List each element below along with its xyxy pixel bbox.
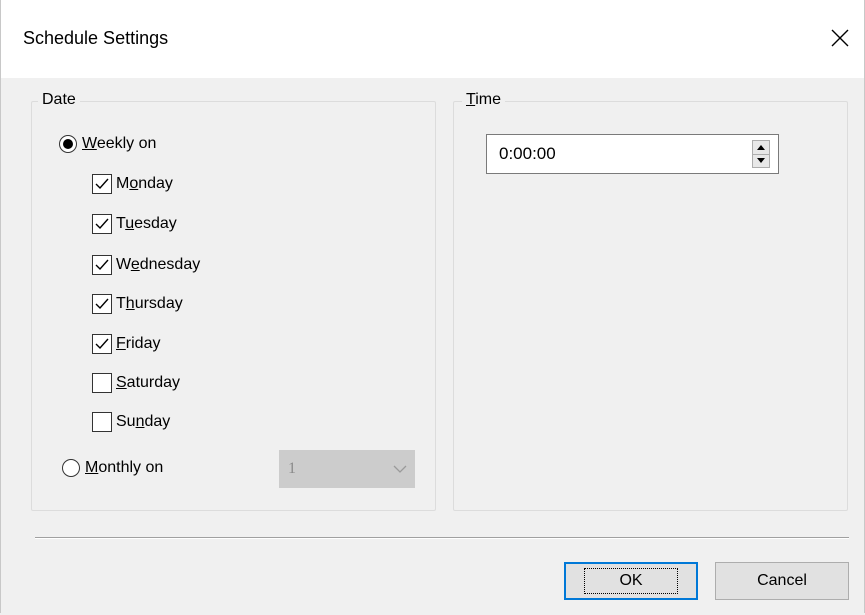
checkmark-icon bbox=[95, 338, 109, 350]
time-spinner bbox=[752, 140, 770, 168]
time-value: 0:00:00 bbox=[499, 144, 556, 163]
checkbox-box bbox=[92, 255, 112, 275]
spin-up-button[interactable] bbox=[753, 141, 769, 154]
title-bar: Schedule Settings bbox=[1, 0, 864, 78]
day-label: Sunday bbox=[116, 413, 171, 430]
checkmark-icon bbox=[95, 298, 109, 310]
monthly-day-select[interactable]: 1 bbox=[279, 450, 415, 488]
day-label: Friday bbox=[116, 335, 161, 352]
checkbox-box bbox=[92, 373, 112, 393]
ok-button[interactable]: OK bbox=[564, 562, 698, 600]
cancel-button-label: Cancel bbox=[757, 572, 807, 589]
dialog-title: Schedule Settings bbox=[23, 28, 169, 48]
schedule-settings-dialog: Schedule Settings Date Weekly on Monday … bbox=[0, 0, 865, 613]
weekly-on-label: Weekly on bbox=[82, 135, 157, 152]
close-button[interactable] bbox=[820, 18, 860, 58]
checkbox-box bbox=[92, 412, 112, 432]
ok-button-label: OK bbox=[584, 568, 678, 594]
day-label: Saturday bbox=[116, 374, 181, 391]
checkbox-box bbox=[92, 334, 112, 354]
day-checkbox-monday[interactable]: Monday bbox=[92, 174, 173, 194]
day-checkbox-tuesday[interactable]: Tuesday bbox=[92, 214, 177, 234]
day-checkbox-sunday[interactable]: Sunday bbox=[92, 412, 170, 432]
day-label: Thursday bbox=[116, 295, 183, 312]
day-checkbox-friday[interactable]: Friday bbox=[92, 334, 160, 354]
checkbox-box bbox=[92, 294, 112, 314]
weekly-on-radio[interactable]: Weekly on bbox=[59, 135, 156, 153]
arrow-up-icon bbox=[757, 144, 765, 150]
cancel-button[interactable]: Cancel bbox=[715, 562, 849, 600]
time-input[interactable]: 0:00:00 bbox=[486, 134, 779, 174]
footer-separator bbox=[35, 537, 849, 539]
weekly-radio-indicator bbox=[59, 135, 77, 153]
checkbox-box bbox=[92, 174, 112, 194]
day-label: Wednesday bbox=[116, 256, 201, 273]
monthly-day-value: 1 bbox=[288, 460, 296, 477]
close-icon bbox=[831, 29, 849, 47]
spin-down-button[interactable] bbox=[753, 153, 769, 167]
day-label: Tuesday bbox=[116, 215, 177, 232]
date-group-legend: Date bbox=[38, 91, 80, 109]
checkbox-box bbox=[92, 214, 112, 234]
chevron-down-icon bbox=[386, 465, 414, 473]
day-checkbox-thursday[interactable]: Thursday bbox=[92, 294, 183, 314]
checkmark-icon bbox=[95, 218, 109, 230]
checkmark-icon bbox=[95, 259, 109, 271]
arrow-down-icon bbox=[757, 158, 765, 164]
day-label: Monday bbox=[116, 175, 173, 192]
time-group: Time 0:00:00 bbox=[453, 91, 848, 511]
date-group: Date Weekly on Monday Tuesday Wednesday bbox=[31, 91, 436, 511]
day-checkbox-saturday[interactable]: Saturday bbox=[92, 373, 180, 393]
monthly-radio-indicator bbox=[62, 459, 80, 477]
monthly-on-radio[interactable]: Monthly on bbox=[62, 459, 163, 477]
checkmark-icon bbox=[95, 178, 109, 190]
day-checkbox-wednesday[interactable]: Wednesday bbox=[92, 255, 200, 275]
time-group-legend: Time bbox=[462, 91, 505, 109]
monthly-on-label: Monthly on bbox=[85, 459, 164, 476]
